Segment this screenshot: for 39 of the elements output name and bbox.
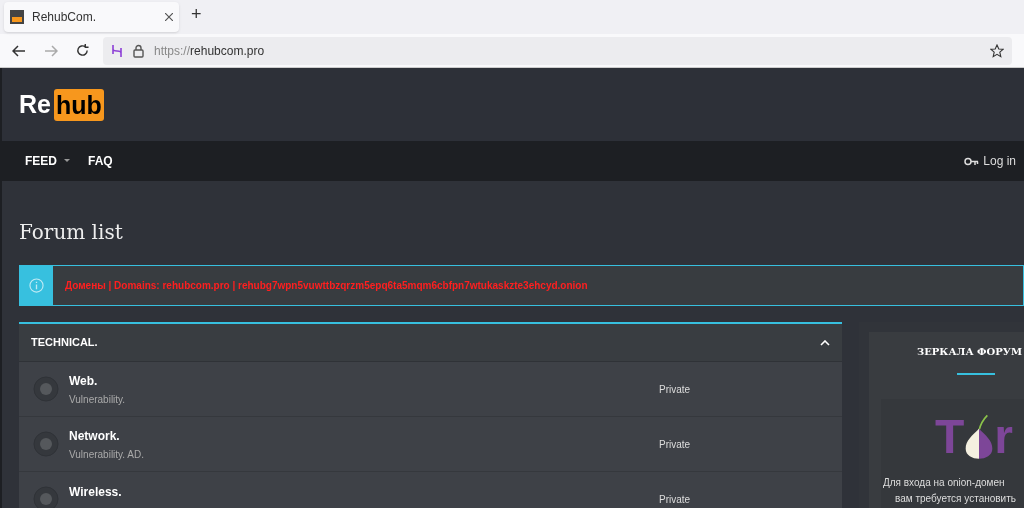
page-title: Forum list <box>19 219 124 246</box>
lock-icon <box>133 43 144 58</box>
forum-row[interactable]: Web. Vulnerability. Private <box>19 362 842 417</box>
favicon-icon <box>10 10 24 24</box>
forum-title[interactable]: Web. <box>69 371 659 390</box>
collapse-icon[interactable] <box>820 339 830 346</box>
category-title: TECHNICAL. <box>31 335 98 351</box>
browser-tab[interactable]: RehubCom. <box>4 2 179 32</box>
url-text: https://rehubcom.pro <box>154 42 265 60</box>
star-icon[interactable] <box>990 43 1004 58</box>
forum-status-icon <box>33 431 59 457</box>
login-link[interactable]: Log in <box>964 152 1016 170</box>
route-icon <box>111 43 123 58</box>
close-icon[interactable] <box>165 13 173 21</box>
notice-text: Домены | Domains: rehubcom.pro | rehubg7wpn5vuwttbzqrzm5epq6ta5mqm6cbfpn7wtukaskzte3ehcyd.onion <box>64 279 588 293</box>
forum-row[interactable]: Network. Vulnerability. AD. Private <box>19 417 842 472</box>
nav-link[interactable]: FEED <box>25 152 70 170</box>
tab-title: RehubCom. <box>32 9 98 26</box>
forum-row[interactable]: Wireless. Private <box>19 472 842 508</box>
forum-description: Vulnerability. <box>69 392 127 407</box>
forum-status-icon <box>33 486 59 508</box>
forum-title[interactable]: Wireless. <box>69 483 659 501</box>
sidebar-text: Для входа на onion-домен <box>883 476 1006 490</box>
forum-title[interactable]: Network. <box>69 426 659 445</box>
forum-status-icon <box>33 376 59 402</box>
new-tab-button[interactable]: + <box>187 1 206 28</box>
forum-status: Private <box>659 382 691 397</box>
sidebar-text: вам требуется установить <box>894 492 1017 506</box>
forum-description: Vulnerability. AD. <box>69 447 146 462</box>
forum-status: Private <box>659 492 691 507</box>
tor-logo: T r <box>934 409 1014 465</box>
reload-icon[interactable] <box>76 44 89 57</box>
key-icon <box>964 156 980 166</box>
address-bar[interactable]: https://rehubcom.pro <box>103 36 1012 65</box>
nav-link[interactable]: FAQ <box>88 152 113 170</box>
forum-status: Private <box>659 437 691 452</box>
sidebar-title: ЗЕРКАЛА ФОРУМ <box>916 345 1023 359</box>
back-icon[interactable] <box>12 44 26 57</box>
info-icon <box>29 278 44 293</box>
